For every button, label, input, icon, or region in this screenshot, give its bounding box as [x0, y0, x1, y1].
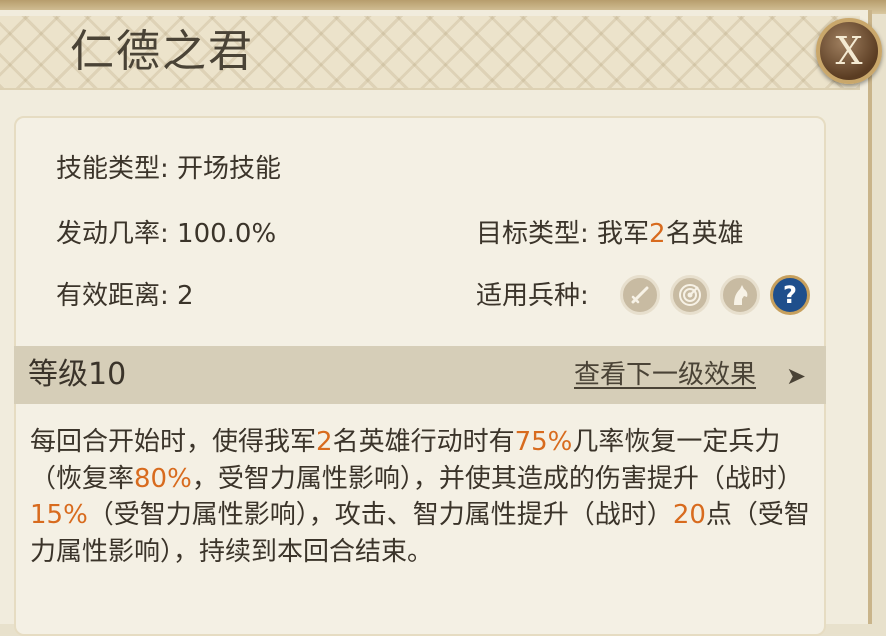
trigger-rate-value: 100.0%: [177, 219, 277, 249]
close-icon: X: [835, 29, 863, 73]
next-arrow-icon[interactable]: ➤: [786, 360, 806, 392]
skill-type-row: 技能类型: 开场技能: [56, 152, 281, 186]
help-icon[interactable]: ?: [770, 275, 810, 315]
skill-type-value: 开场技能: [177, 154, 282, 184]
sword-icon[interactable]: [620, 275, 660, 315]
archery-target-icon[interactable]: [670, 275, 710, 315]
level-label: 等级10: [28, 357, 127, 392]
range-value: 2: [177, 281, 194, 311]
skill-title: 仁德之君: [70, 26, 254, 77]
trigger-rate-label: 发动几率:: [56, 219, 169, 249]
trigger-rate-row: 发动几率: 100.0%: [56, 217, 276, 251]
view-next-level-link[interactable]: 查看下一级效果: [574, 358, 756, 392]
skill-description: 每回合开始时，使得我军2名英雄行动时有75%几率恢复一定兵力（恢复率80%，受智…: [30, 427, 810, 567]
range-row: 有效距离: 2: [56, 279, 194, 313]
horse-icon[interactable]: [720, 275, 760, 315]
target-type-label: 目标类型:: [476, 219, 589, 249]
skill-type-label: 技能类型:: [56, 154, 169, 184]
target-type-value: 我军2名英雄: [597, 219, 744, 249]
target-type-row: 目标类型: 我军2名英雄: [476, 217, 744, 251]
troop-type-label: 适用兵种:: [476, 281, 589, 311]
close-button[interactable]: X: [816, 18, 882, 84]
range-label: 有效距离:: [56, 281, 169, 311]
